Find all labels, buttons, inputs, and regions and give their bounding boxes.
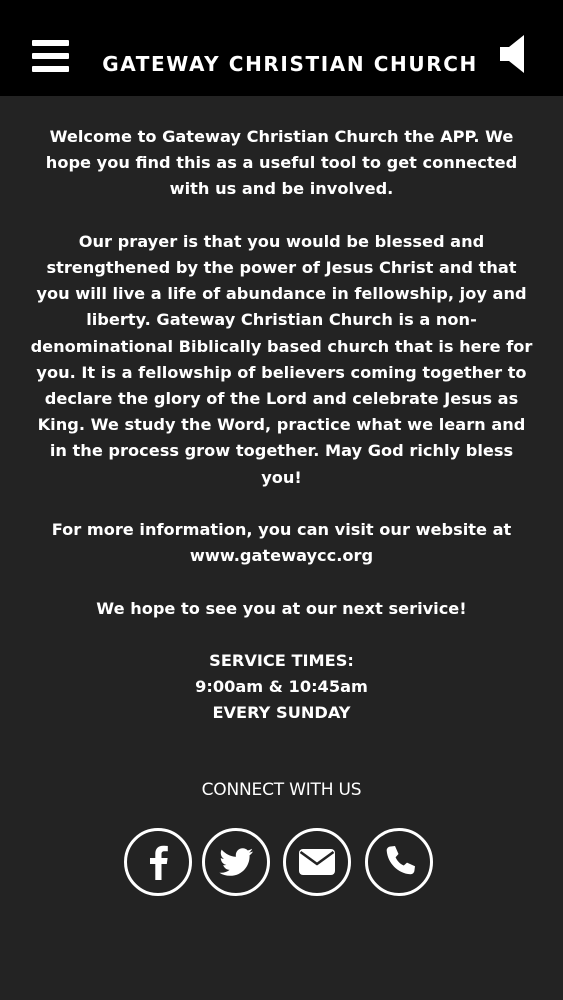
phone-button[interactable] [365, 828, 433, 896]
welcome-content: Welcome to Gateway Christian Church the … [28, 124, 535, 753]
info-paragraph: For more information, you can visit our … [28, 517, 535, 569]
connect-label: CONNECT WITH US [201, 780, 362, 800]
email-button[interactable] [283, 828, 351, 896]
website-link[interactable]: www.gatewaycc.org [190, 546, 373, 565]
info-text: For more information, you can visit our … [51, 520, 512, 540]
twitter-icon [219, 848, 253, 876]
service-day: EVERY SUNDAY [212, 703, 351, 723]
service-times-value: 9:00am & 10:45am [195, 677, 368, 697]
phone-icon [386, 846, 415, 875]
welcome-paragraph: Welcome to Gateway Christian Church the … [45, 127, 518, 199]
hamburger-menu-icon[interactable] [32, 40, 69, 72]
hope-paragraph: We hope to see you at our next serivice! [96, 598, 467, 618]
facebook-button[interactable] [124, 828, 192, 896]
prayer-paragraph: Our prayer is that you would be blessed … [30, 231, 533, 487]
facebook-icon [150, 845, 168, 880]
app-header: GATEWAY CHRISTIAN CHURCH [0, 0, 563, 96]
service-times-label: SERVICE TIMES: [209, 651, 354, 670]
social-links [0, 828, 563, 898]
email-icon [299, 849, 335, 875]
page-title: GATEWAY CHRISTIAN CHURCH [102, 52, 478, 76]
speaker-icon[interactable] [500, 34, 527, 74]
service-times: SERVICE TIMES: 9:00am & 10:45am EVERY SU… [28, 648, 535, 727]
twitter-button[interactable] [202, 828, 270, 896]
